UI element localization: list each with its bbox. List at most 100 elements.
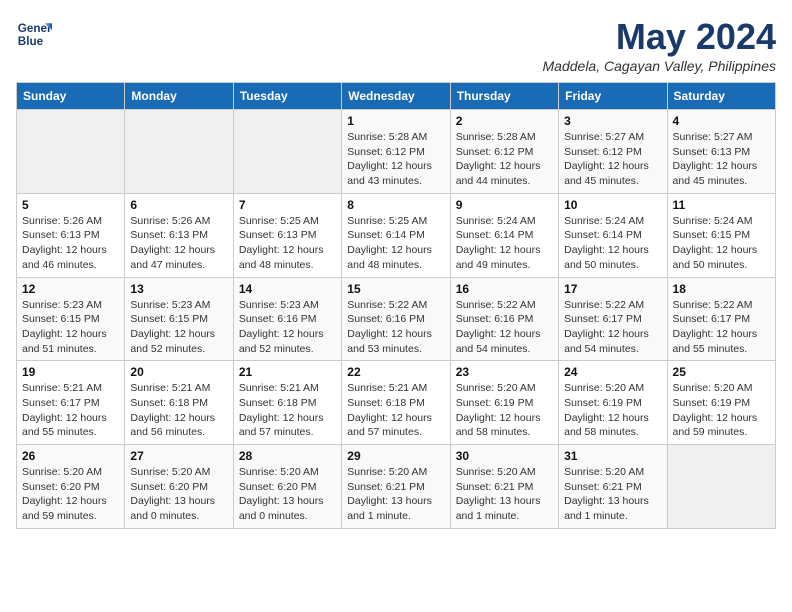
- calendar-cell: 22Sunrise: 5:21 AM Sunset: 6:18 PM Dayli…: [342, 361, 450, 445]
- day-info: Sunrise: 5:21 AM Sunset: 6:17 PM Dayligh…: [22, 381, 119, 440]
- day-number: 14: [239, 282, 336, 296]
- calendar-week-row: 5 Sunrise: 5:26 AM Sunset: 6:13 PM Daylig…: [17, 193, 776, 277]
- day-info: Sunrise: 5:25 AM Sunset: 6:14 PM Dayligh…: [347, 214, 444, 273]
- calendar-cell: 13 Sunrise: 5:23 AM Sunset: 6:15 PM Dayli…: [125, 277, 233, 361]
- day-info: Sunrise: 5:21 AM Sunset: 6:18 PM Dayligh…: [347, 381, 444, 440]
- day-info: Sunrise: 5:24 AM Sunset: 6:14 PM Dayligh…: [564, 214, 661, 273]
- day-number: 13: [130, 282, 227, 296]
- day-info: Sunrise: 5:26 AM Sunset: 6:13 PM Dayligh…: [22, 214, 119, 273]
- calendar-cell: 4 Sunrise: 5:27 AM Sunset: 6:13 PM Daylig…: [667, 110, 775, 194]
- day-info: Sunrise: 5:20 AM Sunset: 6:20 PM Dayligh…: [130, 465, 227, 524]
- calendar-cell: 19Sunrise: 5:21 AM Sunset: 6:17 PM Dayli…: [17, 361, 125, 445]
- day-info: Sunrise: 5:27 AM Sunset: 6:12 PM Dayligh…: [564, 130, 661, 189]
- day-number: 20: [130, 365, 227, 379]
- day-info: Sunrise: 5:22 AM Sunset: 6:17 PM Dayligh…: [564, 298, 661, 357]
- calendar-cell: 30 Sunrise: 5:20 AM Sunset: 6:21 PM Dayli…: [450, 445, 558, 529]
- calendar-cell: 9Sunrise: 5:24 AM Sunset: 6:14 PM Daylig…: [450, 193, 558, 277]
- day-info: Sunrise: 5:20 AM Sunset: 6:19 PM Dayligh…: [673, 381, 770, 440]
- location: Maddela, Cagayan Valley, Philippines: [543, 58, 776, 74]
- calendar-cell: 11 Sunrise: 5:24 AM Sunset: 6:15 PM Dayli…: [667, 193, 775, 277]
- title-block: May 2024 Maddela, Cagayan Valley, Philip…: [543, 16, 776, 74]
- day-number: 4: [673, 114, 770, 128]
- calendar-cell: 6 Sunrise: 5:26 AM Sunset: 6:13 PM Daylig…: [125, 193, 233, 277]
- calendar-cell: 15 Sunrise: 5:22 AM Sunset: 6:16 PM Dayli…: [342, 277, 450, 361]
- day-number: 5: [22, 198, 119, 212]
- day-number: 26: [22, 449, 119, 463]
- calendar-cell: 12 Sunrise: 5:23 AM Sunset: 6:15 PM Dayli…: [17, 277, 125, 361]
- day-info: Sunrise: 5:28 AM Sunset: 6:12 PM Dayligh…: [347, 130, 444, 189]
- calendar-cell: 27 Sunrise: 5:20 AM Sunset: 6:20 PM Dayli…: [125, 445, 233, 529]
- calendar-cell: [17, 110, 125, 194]
- day-number: 31: [564, 449, 661, 463]
- day-info: Sunrise: 5:23 AM Sunset: 6:15 PM Dayligh…: [130, 298, 227, 357]
- calendar-cell: 23 Sunrise: 5:20 AM Sunset: 6:19 PM Dayli…: [450, 361, 558, 445]
- day-number: 30: [456, 449, 553, 463]
- day-number: 24: [564, 365, 661, 379]
- day-number: 23: [456, 365, 553, 379]
- day-number: 11: [673, 198, 770, 212]
- calendar-table: SundayMondayTuesdayWednesdayThursdayFrid…: [16, 82, 776, 529]
- day-number: 3: [564, 114, 661, 128]
- day-info: Sunrise: 5:24 AM Sunset: 6:15 PM Dayligh…: [673, 214, 770, 273]
- svg-text:Blue: Blue: [18, 35, 44, 48]
- calendar-week-row: 1 Sunrise: 5:28 AM Sunset: 6:12 PM Daylig…: [17, 110, 776, 194]
- day-info: Sunrise: 5:20 AM Sunset: 6:21 PM Dayligh…: [456, 465, 553, 524]
- day-info: Sunrise: 5:22 AM Sunset: 6:16 PM Dayligh…: [347, 298, 444, 357]
- weekday-header-cell: Tuesday: [233, 83, 341, 110]
- weekday-header-cell: Sunday: [17, 83, 125, 110]
- day-number: 17: [564, 282, 661, 296]
- day-number: 15: [347, 282, 444, 296]
- day-info: Sunrise: 5:20 AM Sunset: 6:21 PM Dayligh…: [347, 465, 444, 524]
- day-info: Sunrise: 5:26 AM Sunset: 6:13 PM Dayligh…: [130, 214, 227, 273]
- calendar-cell: 20 Sunrise: 5:21 AM Sunset: 6:18 PM Dayli…: [125, 361, 233, 445]
- day-number: 12: [22, 282, 119, 296]
- day-info: Sunrise: 5:21 AM Sunset: 6:18 PM Dayligh…: [239, 381, 336, 440]
- calendar-body: 1 Sunrise: 5:28 AM Sunset: 6:12 PM Daylig…: [17, 110, 776, 529]
- calendar-cell: 28Sunrise: 5:20 AM Sunset: 6:20 PM Dayli…: [233, 445, 341, 529]
- calendar-cell: 14 Sunrise: 5:23 AM Sunset: 6:16 PM Dayli…: [233, 277, 341, 361]
- day-info: Sunrise: 5:20 AM Sunset: 6:21 PM Dayligh…: [564, 465, 661, 524]
- day-number: 27: [130, 449, 227, 463]
- calendar-cell: 24 Sunrise: 5:20 AM Sunset: 6:19 PM Dayli…: [559, 361, 667, 445]
- day-info: Sunrise: 5:27 AM Sunset: 6:13 PM Dayligh…: [673, 130, 770, 189]
- day-number: 1: [347, 114, 444, 128]
- weekday-header-cell: Saturday: [667, 83, 775, 110]
- calendar-cell: 10 Sunrise: 5:24 AM Sunset: 6:14 PM Dayli…: [559, 193, 667, 277]
- day-info: Sunrise: 5:20 AM Sunset: 6:19 PM Dayligh…: [564, 381, 661, 440]
- day-number: 9: [456, 198, 553, 212]
- calendar-cell: 18Sunrise: 5:22 AM Sunset: 6:17 PM Dayli…: [667, 277, 775, 361]
- day-number: 25: [673, 365, 770, 379]
- calendar-cell: 16Sunrise: 5:22 AM Sunset: 6:16 PM Dayli…: [450, 277, 558, 361]
- day-number: 7: [239, 198, 336, 212]
- day-number: 8: [347, 198, 444, 212]
- page-header: General Blue May 2024 Maddela, Cagayan V…: [16, 16, 776, 74]
- weekday-header-cell: Monday: [125, 83, 233, 110]
- day-number: 6: [130, 198, 227, 212]
- day-info: Sunrise: 5:23 AM Sunset: 6:15 PM Dayligh…: [22, 298, 119, 357]
- day-info: Sunrise: 5:21 AM Sunset: 6:18 PM Dayligh…: [130, 381, 227, 440]
- weekday-header-row: SundayMondayTuesdayWednesdayThursdayFrid…: [17, 83, 776, 110]
- calendar-cell: 25 Sunrise: 5:20 AM Sunset: 6:19 PM Dayli…: [667, 361, 775, 445]
- weekday-header-cell: Wednesday: [342, 83, 450, 110]
- calendar-cell: [233, 110, 341, 194]
- calendar-week-row: 19Sunrise: 5:21 AM Sunset: 6:17 PM Dayli…: [17, 361, 776, 445]
- day-info: Sunrise: 5:22 AM Sunset: 6:17 PM Dayligh…: [673, 298, 770, 357]
- day-number: 29: [347, 449, 444, 463]
- day-info: Sunrise: 5:28 AM Sunset: 6:12 PM Dayligh…: [456, 130, 553, 189]
- day-number: 10: [564, 198, 661, 212]
- month-title: May 2024: [543, 16, 776, 58]
- calendar-cell: 8 Sunrise: 5:25 AM Sunset: 6:14 PM Daylig…: [342, 193, 450, 277]
- day-number: 28: [239, 449, 336, 463]
- day-number: 2: [456, 114, 553, 128]
- calendar-cell: 31 Sunrise: 5:20 AM Sunset: 6:21 PM Dayli…: [559, 445, 667, 529]
- logo-icon: General Blue: [16, 16, 52, 52]
- logo: General Blue: [16, 16, 52, 52]
- calendar-cell: 1 Sunrise: 5:28 AM Sunset: 6:12 PM Daylig…: [342, 110, 450, 194]
- calendar-cell: 2 Sunrise: 5:28 AM Sunset: 6:12 PM Daylig…: [450, 110, 558, 194]
- calendar-week-row: 12 Sunrise: 5:23 AM Sunset: 6:15 PM Dayli…: [17, 277, 776, 361]
- day-info: Sunrise: 5:23 AM Sunset: 6:16 PM Dayligh…: [239, 298, 336, 357]
- calendar-cell: 26Sunrise: 5:20 AM Sunset: 6:20 PM Dayli…: [17, 445, 125, 529]
- day-info: Sunrise: 5:25 AM Sunset: 6:13 PM Dayligh…: [239, 214, 336, 273]
- day-info: Sunrise: 5:20 AM Sunset: 6:19 PM Dayligh…: [456, 381, 553, 440]
- calendar-cell: [125, 110, 233, 194]
